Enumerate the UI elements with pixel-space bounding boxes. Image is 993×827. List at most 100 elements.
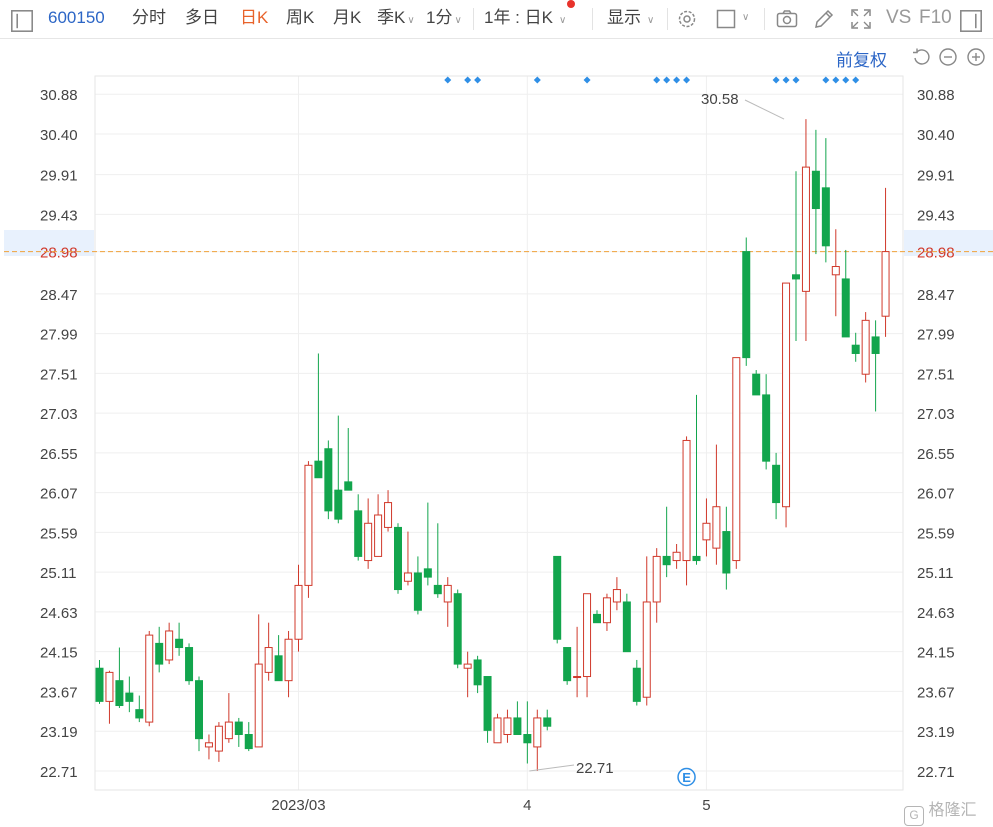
candle <box>214 722 223 762</box>
candle-body <box>632 667 641 702</box>
event-marker <box>842 76 850 84</box>
watermark-logo-icon: G <box>904 806 924 826</box>
candle-body <box>831 266 840 276</box>
candle <box>662 506 671 578</box>
y-tick-label-right: 29.91 <box>917 168 955 185</box>
candle <box>821 138 830 263</box>
y-tick-label-right: 28.47 <box>917 287 955 304</box>
candle <box>513 701 522 736</box>
y-tick-label-right: 30.40 <box>917 127 955 144</box>
candle <box>364 498 373 569</box>
candle-body <box>394 526 402 591</box>
watermark-text: 格隆汇 <box>928 802 977 819</box>
candle-body <box>433 584 442 595</box>
y-tick-label-left: 26.07 <box>40 486 78 503</box>
event-marker <box>792 76 800 84</box>
candle <box>473 655 482 694</box>
candles <box>95 119 890 771</box>
y-tick-label-left: 28.47 <box>40 287 78 304</box>
annotation-leader <box>529 764 575 772</box>
candle <box>354 494 363 561</box>
candle-body <box>155 642 164 665</box>
kline-chart[interactable]: 30.88 30.40 29.91 29.43 28.98 28.47 27.99 27.51… <box>0 0 993 827</box>
candle <box>612 577 621 611</box>
candle-body <box>125 692 134 702</box>
candle <box>742 237 751 366</box>
candle-body <box>871 336 880 354</box>
candle <box>792 171 800 342</box>
candle <box>294 564 303 652</box>
candle-body <box>304 464 313 586</box>
y-tick-label-right: 25.59 <box>917 525 955 542</box>
candle-body <box>204 742 213 748</box>
candle <box>374 494 383 557</box>
y-tick-label-left: 28.98 <box>40 245 78 262</box>
candle <box>692 394 701 565</box>
candle <box>642 556 651 706</box>
candle-body <box>732 357 741 562</box>
candle <box>622 593 631 653</box>
candle-body <box>652 555 661 603</box>
candle-body <box>672 551 681 562</box>
event-marker <box>583 76 591 84</box>
candle-body <box>573 676 582 679</box>
candle <box>165 622 174 665</box>
candle <box>772 452 781 520</box>
candle-body <box>493 717 502 744</box>
candle <box>573 626 582 698</box>
y-tick-label-right: 30.88 <box>917 87 955 104</box>
candle <box>254 614 263 748</box>
y-tick-label-right: 25.11 <box>917 565 953 582</box>
candle <box>632 659 641 706</box>
candle <box>523 701 532 764</box>
candle-body <box>722 531 731 574</box>
y-tick-label-left: 29.91 <box>40 168 78 185</box>
candle-body <box>473 659 482 686</box>
event-marker <box>683 76 691 84</box>
candle <box>423 502 432 586</box>
candle <box>274 635 283 682</box>
candle <box>185 643 194 685</box>
candle <box>175 622 184 656</box>
event-marker <box>673 76 681 84</box>
candle-body <box>851 344 860 354</box>
candle-body <box>593 613 601 624</box>
y-tick-label-left: 27.51 <box>40 366 78 383</box>
candle-body <box>752 373 761 396</box>
y-tick-label-left: 29.43 <box>40 207 78 224</box>
candle <box>284 630 293 698</box>
candle-body <box>503 717 512 736</box>
candle-body <box>324 448 333 512</box>
chart-grid <box>95 76 903 790</box>
candle <box>463 651 472 698</box>
x-axis: 2023/03 4 5 <box>271 797 710 814</box>
annotation-high: 30.58 <box>701 91 739 108</box>
event-marker <box>852 76 860 84</box>
candle-body <box>115 680 124 707</box>
candle-body <box>811 170 820 210</box>
y-tick-label-right: 23.67 <box>917 684 955 701</box>
candle <box>841 249 850 338</box>
y-tick-label-right: 27.03 <box>917 406 955 423</box>
event-marker <box>464 76 472 84</box>
candle <box>443 577 452 627</box>
candle <box>453 589 462 669</box>
candle <box>314 353 323 479</box>
candle <box>224 693 233 743</box>
candle <box>881 187 890 337</box>
event-badge[interactable]: E <box>677 767 696 787</box>
candle <box>851 332 860 362</box>
candle-body <box>543 717 552 727</box>
y-tick-label-right: 28.98 <box>917 245 955 262</box>
candle-body <box>453 593 462 665</box>
candle <box>732 357 741 569</box>
candle-body <box>334 489 343 520</box>
candle-body <box>294 584 303 640</box>
y-tick-label-left: 30.40 <box>40 127 78 144</box>
candle-body <box>583 593 592 678</box>
candle <box>762 374 771 470</box>
y-tick-label-right: 23.19 <box>917 724 955 741</box>
candle <box>384 490 393 532</box>
event-marker <box>663 76 671 84</box>
y-tick-label-left: 27.99 <box>40 327 78 344</box>
